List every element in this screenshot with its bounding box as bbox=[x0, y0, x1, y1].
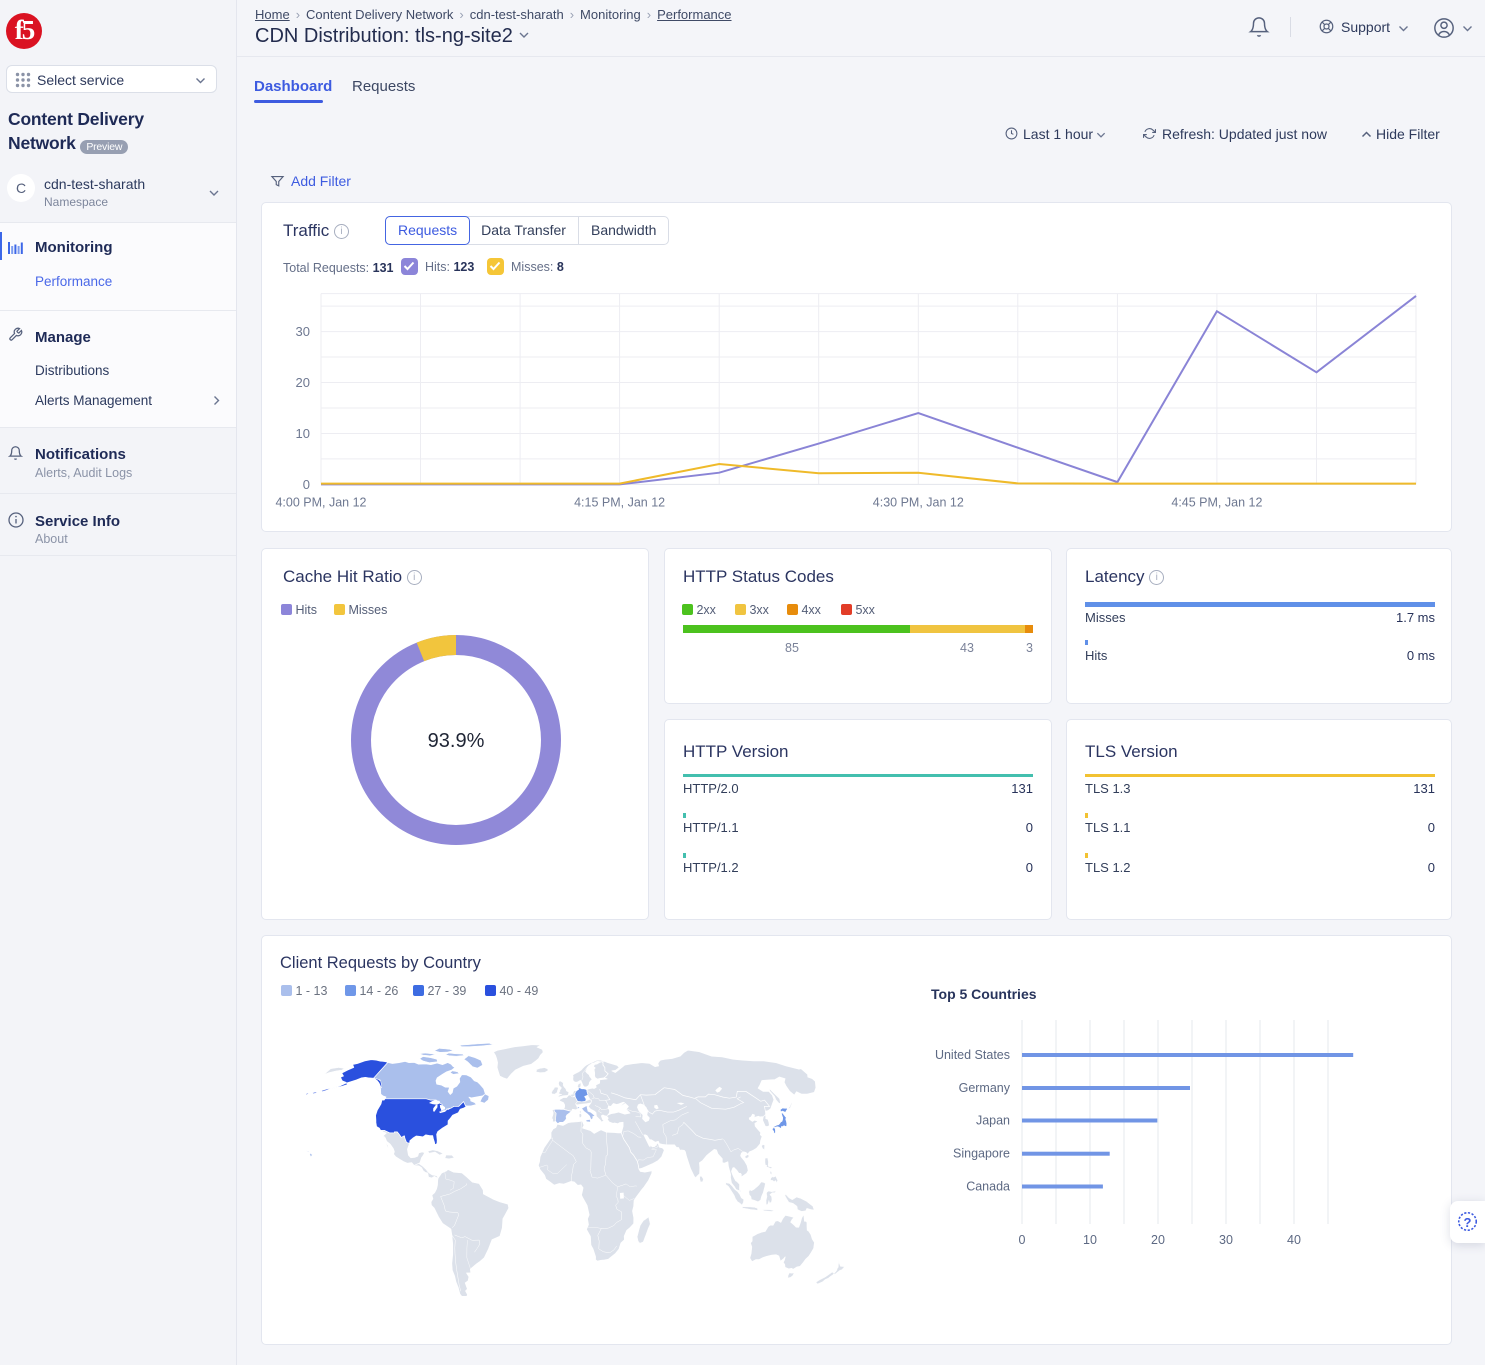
svg-text:United States: United States bbox=[935, 1048, 1010, 1062]
svg-text:30: 30 bbox=[1219, 1233, 1233, 1247]
svg-text:0: 0 bbox=[303, 477, 310, 492]
svg-text:10: 10 bbox=[1083, 1233, 1097, 1247]
svg-text:Germany: Germany bbox=[959, 1081, 1011, 1095]
svg-text:20: 20 bbox=[1151, 1233, 1165, 1247]
svg-text:Singapore: Singapore bbox=[953, 1147, 1010, 1161]
svg-text:40: 40 bbox=[1287, 1233, 1301, 1247]
svg-text:4:30 PM, Jan 12: 4:30 PM, Jan 12 bbox=[873, 495, 964, 509]
svg-text:Canada: Canada bbox=[966, 1180, 1010, 1194]
svg-text:4:15 PM, Jan 12: 4:15 PM, Jan 12 bbox=[574, 495, 665, 509]
svg-text:Japan: Japan bbox=[976, 1114, 1010, 1128]
svg-text:4:00 PM, Jan 12: 4:00 PM, Jan 12 bbox=[275, 495, 366, 509]
svg-text:10: 10 bbox=[296, 426, 310, 441]
svg-text:0: 0 bbox=[1019, 1233, 1026, 1247]
svg-text:4:45 PM, Jan 12: 4:45 PM, Jan 12 bbox=[1171, 495, 1262, 509]
svg-text:20: 20 bbox=[296, 375, 310, 390]
svg-text:93.9%: 93.9% bbox=[428, 730, 485, 752]
svg-text:30: 30 bbox=[296, 324, 310, 339]
